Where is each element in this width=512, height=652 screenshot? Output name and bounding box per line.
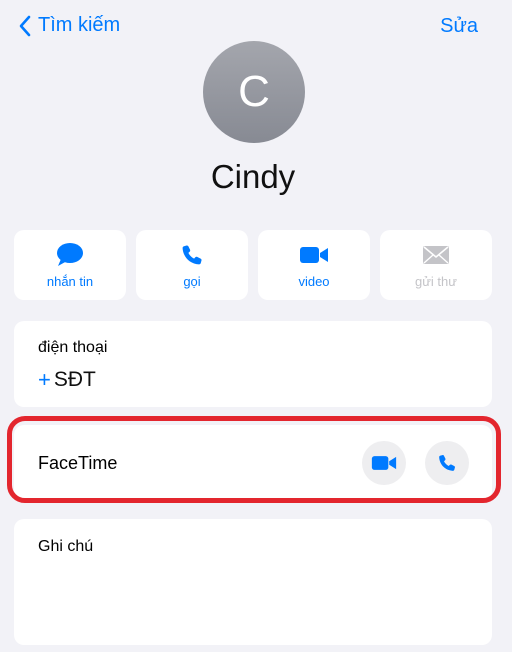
- video-camera-icon: [300, 246, 328, 263]
- edit-button[interactable]: Sửa: [440, 15, 478, 38]
- notes-card[interactable]: Ghi chú: [14, 519, 492, 645]
- avatar-initial: C: [238, 67, 270, 116]
- notes-label: Ghi chú: [38, 538, 94, 555]
- message-button[interactable]: nhắn tin: [14, 230, 126, 300]
- video-button[interactable]: video: [258, 230, 370, 300]
- back-button[interactable]: Tìm kiếm: [18, 14, 120, 37]
- back-button-label: Tìm kiếm: [38, 14, 121, 36]
- phone-card[interactable]: điện thoại + SĐT: [14, 321, 492, 407]
- call-button[interactable]: gọi: [136, 230, 248, 300]
- phone-value: SĐT: [53, 368, 96, 391]
- action-buttons: nhắn tin gọi video gửi thư: [14, 230, 492, 300]
- avatar: C: [203, 41, 305, 143]
- call-button-label: gọi: [183, 273, 201, 289]
- message-button-label: nhắn tin: [46, 273, 94, 289]
- contact-name: Cindy: [210, 158, 296, 195]
- mail-button-label: gửi thư: [415, 273, 457, 289]
- phone-label: điện thoại: [38, 339, 108, 356]
- message-bubble-icon: [57, 242, 83, 266]
- plus-icon: +: [38, 367, 51, 392]
- video-button-label: video: [298, 273, 330, 289]
- mail-button[interactable]: gửi thư: [380, 230, 492, 300]
- chevron-left-icon: [19, 15, 31, 36]
- facetime-highlight-outline: [7, 416, 501, 503]
- phone-icon: [182, 244, 202, 264]
- add-phone-field[interactable]: + SĐT: [38, 367, 96, 393]
- envelope-icon: [423, 245, 449, 264]
- navigation-bar: Tìm kiếm Sửa: [0, 12, 512, 44]
